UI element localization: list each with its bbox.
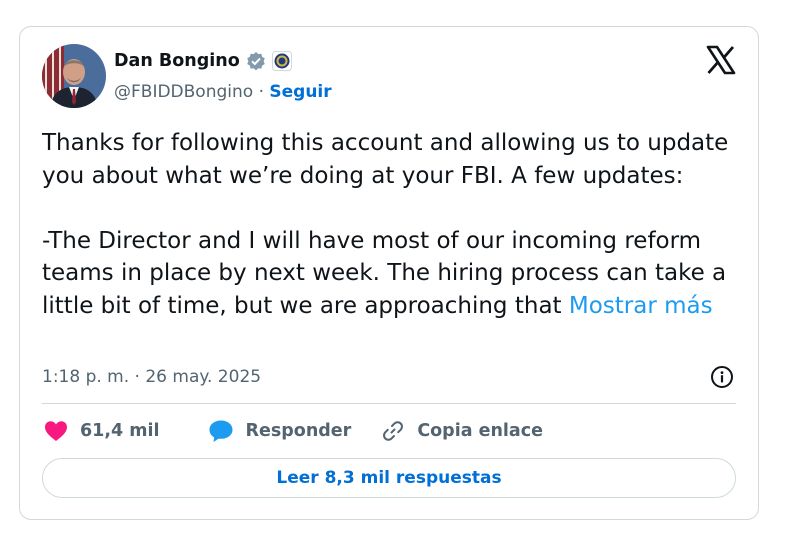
reply-label: Responder	[245, 421, 352, 441]
tweet-body: Thanks for following this account and al…	[42, 130, 729, 319]
avatar[interactable]	[42, 44, 106, 108]
copy-link-label: Copia enlace	[417, 421, 543, 441]
like-count: 61,4 mil	[80, 421, 160, 441]
verified-badge-icon	[246, 51, 266, 71]
heart-icon	[44, 420, 68, 442]
fbi-seal-icon	[271, 51, 292, 71]
show-more-link[interactable]: Mostrar más	[569, 293, 713, 319]
reply-button[interactable]: Responder	[208, 419, 352, 443]
speech-bubble-icon	[208, 419, 234, 443]
handle-separator: ·	[253, 82, 270, 102]
tweet-timestamp[interactable]: 1:18 p. m. · 26 may. 2025	[42, 367, 261, 387]
read-replies-button[interactable]: Leer 8,3 mil respuestas	[42, 458, 736, 498]
like-button[interactable]: 61,4 mil	[44, 420, 160, 442]
author-name[interactable]: Dan Bongino	[114, 51, 240, 71]
x-logo-icon[interactable]	[706, 45, 736, 75]
tweet-text: Thanks for following this account and al…	[42, 127, 742, 322]
copy-link-button[interactable]: Copia enlace	[381, 419, 543, 443]
avatar-portrait-icon	[42, 44, 106, 108]
action-bar: 61,4 mil Responder Copia enlace	[44, 419, 543, 443]
author-handle-row: @FBIDDBongino · Seguir	[114, 82, 332, 102]
follow-button[interactable]: Seguir	[269, 82, 331, 102]
author-handle[interactable]: @FBIDDBongino	[114, 82, 253, 102]
divider	[42, 403, 736, 404]
tweet-card: Dan Bongino @FBIDDBongino · Seguir Thank…	[19, 26, 759, 520]
link-icon	[381, 419, 405, 443]
info-icon[interactable]	[710, 365, 734, 389]
author-name-row: Dan Bongino	[114, 51, 292, 71]
